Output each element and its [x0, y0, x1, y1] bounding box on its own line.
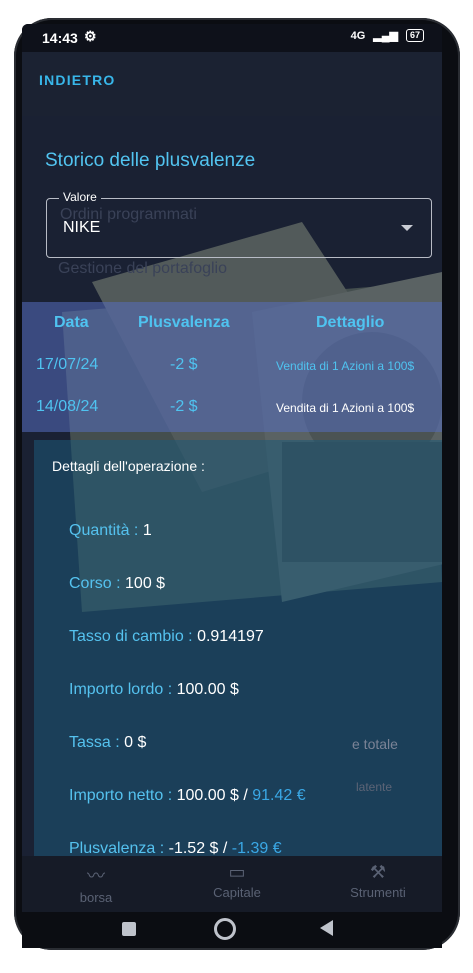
back-nav-button[interactable] — [320, 920, 333, 936]
row1-detail[interactable]: Vendita di 1 Azioni a 100$ — [276, 359, 414, 373]
row2-date[interactable]: 14/08/24 — [36, 398, 98, 416]
details-heading: Dettagli dell'operazione : — [52, 458, 205, 474]
fx-label: Tasso di cambio : — [69, 628, 193, 645]
menu-hint-portfolio: Gestione del portafoglio — [58, 260, 227, 277]
gain-label: Plusvalenza : — [69, 840, 165, 857]
sort-hint: e totale — [352, 736, 398, 752]
select-label: Valore — [59, 190, 101, 204]
tax-label: Tassa : — [69, 734, 120, 751]
status-indicators: 4G ▂▄▆ 67 — [351, 29, 424, 42]
tab-capitale[interactable]: ▭ Capitale — [202, 862, 272, 900]
tab-strumenti-label: Strumenti — [350, 885, 406, 900]
gains-table: Data Plusvalenza Dettaglio 17/07/24 -2 $… — [22, 302, 442, 432]
row2-gain[interactable]: -2 $ — [170, 398, 198, 416]
net-label: Importo netto : — [69, 787, 173, 804]
chart-icon: 〰 — [87, 866, 105, 886]
row2-detail[interactable]: Vendita di 1 Azioni a 100$ — [276, 401, 414, 415]
chevron-down-icon[interactable] — [401, 225, 413, 231]
detail-tax: Tassa : 0 $ — [69, 734, 146, 752]
stock-select[interactable]: Valore NIKE — [46, 190, 432, 258]
page-title: Storico delle plusvalenze — [45, 150, 256, 171]
back-button[interactable]: INDIETRO — [39, 72, 116, 88]
detail-quantity: Quantità : 1 — [69, 522, 152, 540]
header-detail: Dettaglio — [316, 314, 385, 331]
detail-net: Importo netto : 100.00 $ / 91.42 € — [69, 787, 306, 805]
battery-level: 67 — [405, 29, 424, 42]
tab-borsa-label: borsa — [79, 890, 113, 905]
row1-date[interactable]: 17/07/24 — [36, 356, 98, 374]
network-label: 4G — [350, 29, 366, 42]
system-nav-bar — [22, 912, 442, 948]
gain-value: -1.52 $ / — [168, 840, 228, 857]
detail-gross: Importo lordo : 100.00 $ — [69, 681, 239, 699]
hammer-icon: ⚒ — [369, 862, 387, 882]
status-time: 14:43 — [42, 30, 78, 46]
gain-eur: -1.39 € — [231, 840, 282, 857]
select-value: NIKE — [63, 219, 101, 236]
net-eur: 91.42 € — [252, 787, 306, 804]
detail-fx-rate: Tasso di cambio : 0.914197 — [69, 628, 264, 646]
quantity-label: Quantità : — [69, 522, 139, 539]
gear-icon: ⚙ — [84, 28, 97, 44]
gross-value: 100.00 $ — [176, 681, 239, 698]
status-bar: 14:43 ⚙ 4G ▂▄▆ 67 — [22, 24, 442, 52]
signal-icon: ▂▄▆ — [373, 30, 398, 42]
operation-details-panel: Dettagli dell'operazione : Quantità : 1 … — [34, 440, 442, 890]
price-label: Corso : — [69, 575, 121, 592]
detail-price: Corso : 100 $ — [69, 575, 165, 593]
header-date: Data — [54, 314, 89, 331]
latent-hint: latente — [356, 780, 393, 794]
quantity-value: 1 — [142, 522, 152, 539]
tab-borsa[interactable]: 〰 borsa — [66, 862, 126, 905]
app-bar: INDIETRO — [22, 52, 442, 116]
price-value: 100 $ — [125, 575, 166, 592]
app-screen: 14:43 ⚙ 4G ▂▄▆ 67 INDIETRO Ordini progra… — [22, 24, 442, 912]
bottom-tab-bar: 〰 borsa ▭ Capitale ⚒ Strumenti — [22, 856, 442, 912]
money-icon: ▭ — [228, 862, 246, 882]
tab-capitale-label: Capitale — [213, 885, 261, 900]
tax-value: 0 $ — [124, 734, 147, 751]
row1-gain[interactable]: -2 $ — [170, 356, 198, 374]
gross-label: Importo lordo : — [69, 681, 173, 698]
header-gain: Plusvalenza — [138, 314, 230, 331]
net-value: 100.00 $ / — [176, 787, 248, 804]
home-button[interactable] — [214, 918, 236, 940]
tab-strumenti[interactable]: ⚒ Strumenti — [338, 862, 418, 900]
fx-value: 0.914197 — [197, 628, 264, 645]
recents-button[interactable] — [122, 922, 136, 936]
